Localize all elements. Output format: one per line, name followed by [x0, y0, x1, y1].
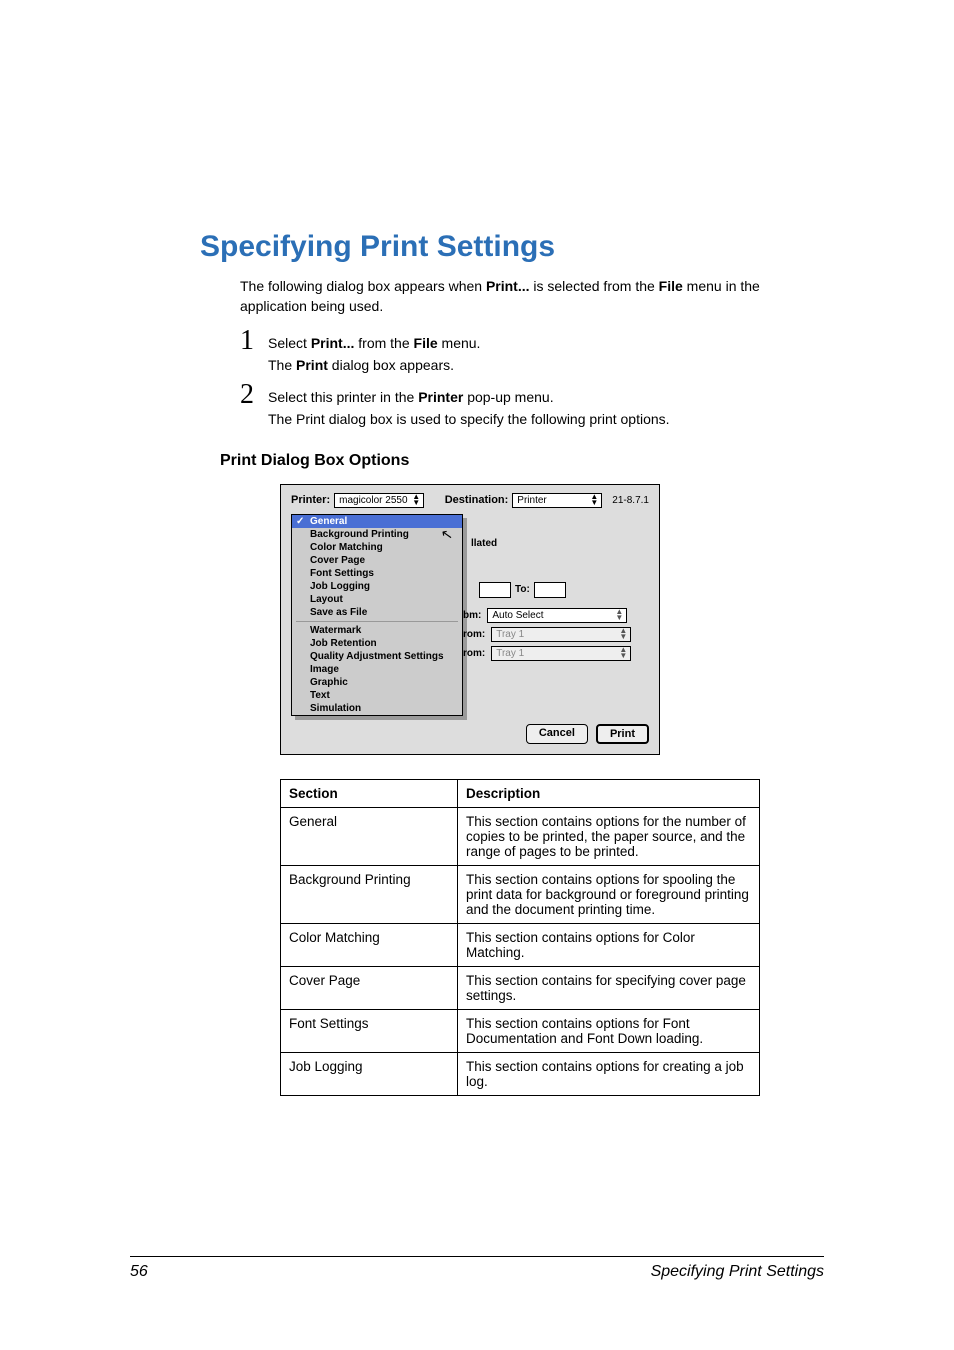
menu-item-job-retention[interactable]: Job Retention: [292, 637, 462, 650]
cell-description: This section contains options for creati…: [458, 1052, 760, 1095]
destination-value: Printer: [517, 495, 546, 506]
collated-fragment: llated: [471, 538, 497, 549]
th-section: Section: [281, 779, 458, 807]
step-text: menu.: [438, 335, 481, 351]
updown-icon: ▲▼: [619, 647, 627, 659]
updown-icon: ▲▼: [590, 494, 598, 506]
row-bm-label: bm:: [463, 610, 481, 621]
print-button[interactable]: Print: [596, 724, 649, 744]
table-header-row: Section Description: [281, 779, 760, 807]
menu-item-font-settings[interactable]: Font Settings: [292, 567, 462, 580]
step-number: 1: [240, 327, 268, 355]
step-number: 2: [240, 381, 268, 409]
updown-icon: ▲▼: [412, 494, 420, 506]
step-sub: The: [268, 357, 296, 373]
th-description: Description: [458, 779, 760, 807]
to-field-left[interactable]: [479, 582, 511, 598]
menu-item-text[interactable]: Text: [292, 689, 462, 702]
table-row: General This section contains options fo…: [281, 807, 760, 865]
table-row: Background Printing This section contain…: [281, 865, 760, 923]
row-rom-label: rom:: [463, 629, 485, 640]
tray-dropdown-1: Tray 1 ▲▼: [491, 627, 631, 642]
tray-dropdown-2: Tray 1 ▲▼: [491, 646, 631, 661]
menu-item-layout[interactable]: Layout: [292, 593, 462, 606]
step-bold: Print...: [311, 335, 355, 351]
table-row: Font Settings This section contains opti…: [281, 1009, 760, 1052]
options-table: Section Description General This section…: [280, 779, 760, 1096]
menu-separator: [296, 621, 458, 622]
cell-section: Font Settings: [281, 1009, 458, 1052]
step-text: pop-up menu.: [463, 389, 553, 405]
cell-description: This section contains options for spooli…: [458, 865, 760, 923]
cell-description: This section contains for specifying cov…: [458, 966, 760, 1009]
menu-item-simulation[interactable]: Simulation: [292, 702, 462, 715]
tray-value-2: Tray 1: [496, 648, 524, 659]
dialog-right-panel: llated To: bm: Auto Select ▲▼: [461, 514, 649, 716]
intro-text: is selected from the: [530, 278, 659, 294]
destination-label: Destination:: [445, 494, 509, 506]
cell-section: Background Printing: [281, 865, 458, 923]
step-2: 2 Select this printer in the Printer pop…: [240, 381, 824, 430]
cell-description: This section contains options for Color …: [458, 923, 760, 966]
menu-item-save-as-file[interactable]: Save as File: [292, 606, 462, 619]
table-row: Color Matching This section contains opt…: [281, 923, 760, 966]
page-footer: 56 Specifying Print Settings: [130, 1256, 824, 1281]
section-heading: Print Dialog Box Options: [220, 452, 824, 470]
menu-item-graphic[interactable]: Graphic: [292, 676, 462, 689]
intro-paragraph: The following dialog box appears when Pr…: [240, 276, 824, 317]
step-sub-bold: Print: [296, 357, 328, 373]
updown-icon: ▲▼: [619, 628, 627, 640]
cell-section: Color Matching: [281, 923, 458, 966]
table-row: Cover Page This section contains for spe…: [281, 966, 760, 1009]
updown-icon: ▲▼: [615, 609, 623, 621]
menu-item-image[interactable]: Image: [292, 663, 462, 676]
step-bold: File: [414, 335, 438, 351]
step-text: Select: [268, 335, 311, 351]
printer-label: Printer:: [291, 494, 330, 506]
page-number: 56: [130, 1263, 148, 1281]
to-label: To:: [515, 584, 530, 595]
intro-bold-print: Print...: [486, 278, 530, 294]
step-text: from the: [354, 335, 413, 351]
menu-item-watermark[interactable]: Watermark: [292, 624, 462, 637]
step-bold: Printer: [418, 389, 463, 405]
page-title: Specifying Print Settings: [200, 230, 824, 264]
printer-value: magicolor 2550: [339, 495, 407, 506]
cell-section: General: [281, 807, 458, 865]
menu-item-cover-page[interactable]: Cover Page: [292, 554, 462, 567]
auto-select-value: Auto Select: [492, 610, 543, 621]
page: Specifying Print Settings The following …: [0, 0, 954, 1196]
destination-select[interactable]: Printer ▲▼: [512, 493, 602, 508]
panel-menu[interactable]: General Background Printing Color Matchi…: [291, 514, 463, 716]
table-row: Job Logging This section contains option…: [281, 1052, 760, 1095]
step-text: Select this printer in the: [268, 389, 418, 405]
step-1: 1 Select Print... from the File menu. Th…: [240, 327, 824, 376]
cell-section: Job Logging: [281, 1052, 458, 1095]
cell-description: This section contains options for the nu…: [458, 807, 760, 865]
auto-select-dropdown[interactable]: Auto Select ▲▼: [487, 608, 627, 623]
intro-text: The following dialog box appears when: [240, 278, 486, 294]
row-rom2-label: rom:: [463, 648, 485, 659]
printer-select[interactable]: magicolor 2550 ▲▼: [334, 493, 424, 508]
tray-value-1: Tray 1: [496, 629, 524, 640]
version-text: 21-8.7.1: [612, 495, 649, 506]
cancel-button[interactable]: Cancel: [526, 724, 588, 744]
cell-section: Cover Page: [281, 966, 458, 1009]
print-dialog: Printer: magicolor 2550 ▲▼ Destination: …: [280, 484, 660, 755]
step-sub: The Print dialog box is used to specify …: [268, 411, 670, 427]
menu-item-quality-adjustment[interactable]: Quality Adjustment Settings: [292, 650, 462, 663]
step-sub: dialog box appears.: [328, 357, 454, 373]
steps-list: 1 Select Print... from the File menu. Th…: [240, 327, 824, 430]
to-field-right[interactable]: [534, 582, 566, 598]
cell-description: This section contains options for Font D…: [458, 1009, 760, 1052]
menu-item-job-logging[interactable]: Job Logging: [292, 580, 462, 593]
menu-item-color-matching[interactable]: Color Matching: [292, 541, 462, 554]
dialog-screenshot: Printer: magicolor 2550 ▲▼ Destination: …: [280, 484, 824, 755]
footer-title: Specifying Print Settings: [651, 1263, 824, 1281]
menu-item-general[interactable]: General: [292, 515, 462, 528]
menu-item-background-printing[interactable]: Background Printing: [292, 528, 462, 541]
intro-bold-file: File: [659, 278, 683, 294]
